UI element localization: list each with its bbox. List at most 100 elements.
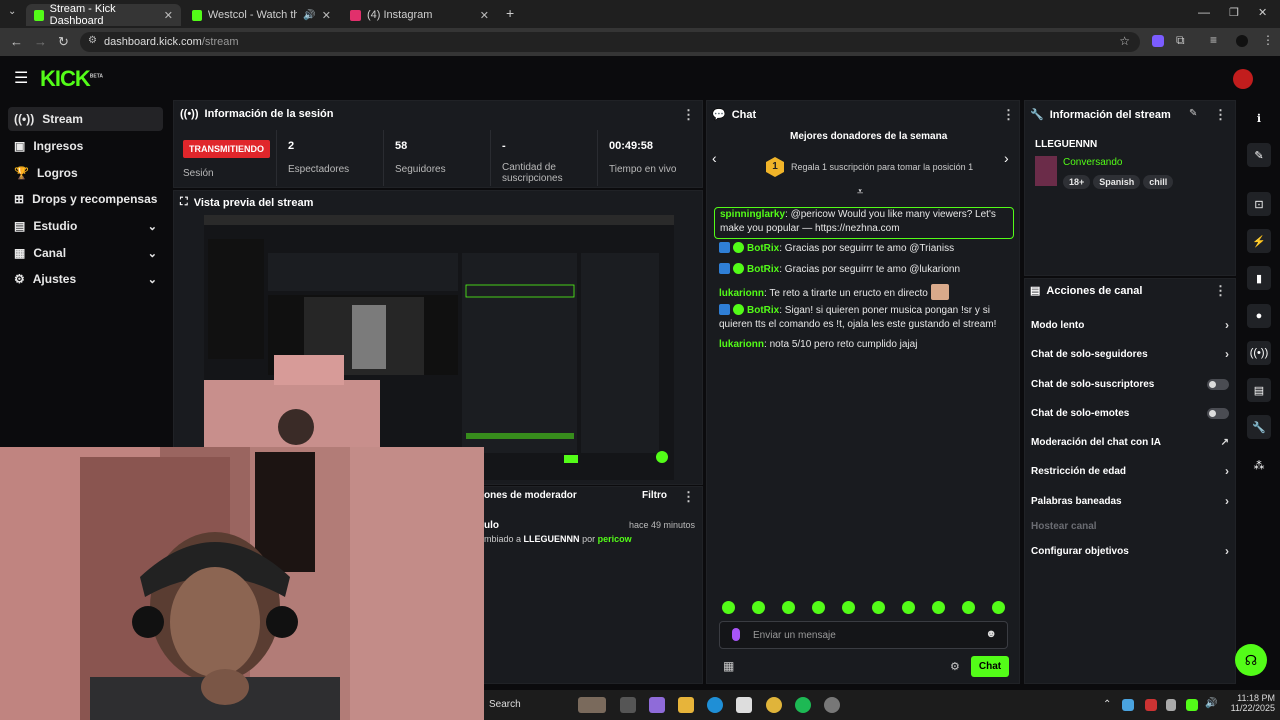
store-icon[interactable]: ▦	[723, 659, 734, 673]
tab-kick-dashboard[interactable]: Stream - Kick Dashboard ✕	[26, 3, 181, 27]
copilot-icon[interactable]	[649, 697, 665, 713]
bookmark-star-icon[interactable]: ☆	[1119, 34, 1130, 48]
forward-icon[interactable]: →	[34, 34, 47, 49]
taskbar-clock[interactable]: 11:18 PM 11/22/2025	[1225, 693, 1275, 713]
collapse-icon[interactable]: ⩡	[857, 186, 863, 199]
chat-settings-icon[interactable]: ⚙	[950, 660, 960, 673]
nodes-icon[interactable]: ⁂	[1247, 453, 1271, 477]
emote-button[interactable]	[722, 601, 735, 614]
chat-input[interactable]: Enviar un mensaje ☻	[719, 621, 1008, 649]
tray-app-icon[interactable]	[1145, 699, 1157, 711]
reload-icon[interactable]: ↻	[58, 34, 69, 50]
modlog-menu-icon[interactable]: ⋮	[682, 489, 695, 505]
layout-icon[interactable]: ▤	[1247, 378, 1271, 402]
chat-username[interactable]: lukarionn	[719, 339, 764, 350]
category-thumbnail[interactable]	[1035, 156, 1057, 186]
tab-westcol[interactable]: Westcol - Watch the VOD o 🔊 ✕	[184, 4, 339, 26]
task-view-icon[interactable]	[620, 697, 636, 713]
edge-icon[interactable]	[707, 697, 723, 713]
url-field[interactable]: ⚙ dashboard.kick.com/stream ☆	[80, 32, 1140, 52]
close-icon[interactable]: ✕	[322, 9, 331, 22]
new-tab-icon[interactable]: +	[506, 5, 514, 21]
chevron-right-icon[interactable]: ›	[1004, 150, 1009, 166]
emote-button[interactable]	[782, 601, 795, 614]
action-modo-lento[interactable]: Modo lento ›	[1031, 317, 1229, 333]
emote-button[interactable]	[842, 601, 855, 614]
store-icon[interactable]	[736, 697, 752, 713]
send-chat-button[interactable]: Chat	[971, 656, 1009, 677]
emote-button[interactable]	[932, 601, 945, 614]
emotes-only-toggle[interactable]	[1207, 407, 1229, 419]
kick-logo[interactable]: KICKBETA	[40, 66, 103, 92]
minimize-icon[interactable]: —	[1198, 5, 1210, 19]
info-icon[interactable]: ℹ	[1247, 106, 1271, 130]
media-icon[interactable]: ≡	[1210, 33, 1217, 47]
sidebar-item-ajustes[interactable]: ⚙ Ajustes ⌄	[8, 267, 163, 291]
close-icon[interactable]: ✕	[480, 9, 489, 22]
stream-preview-video[interactable]	[204, 215, 674, 480]
action-restriccion-edad[interactable]: Restricción de edad ›	[1031, 463, 1229, 479]
volume-icon[interactable]: 🔊	[1205, 698, 1217, 709]
file-explorer-icon[interactable]	[678, 697, 694, 713]
session-menu-icon[interactable]: ⋮	[682, 107, 695, 123]
chat-username[interactable]: BotRix	[747, 243, 779, 254]
microphone-icon[interactable]	[732, 628, 740, 641]
spotify-icon[interactable]	[795, 697, 811, 713]
puzzle-icon[interactable]: ⧉	[1176, 33, 1185, 48]
chat-menu-icon[interactable]: ⋮	[1002, 107, 1015, 123]
extension-icon[interactable]	[1152, 35, 1164, 47]
chat-username[interactable]: BotRix	[747, 264, 779, 275]
emote-button[interactable]	[902, 601, 915, 614]
capture-icon[interactable]: ⊡	[1247, 192, 1271, 216]
chrome-icon[interactable]	[766, 697, 782, 713]
tag-chip[interactable]: chill	[1143, 175, 1174, 189]
tab-search-icon[interactable]: ⌄	[8, 6, 16, 17]
edit-icon[interactable]: ✎	[1247, 143, 1271, 167]
chat-username[interactable]: lukarionn	[719, 288, 764, 299]
lightning-icon[interactable]: ⚡	[1247, 229, 1271, 253]
tag-chip[interactable]: 18+	[1063, 175, 1091, 189]
support-headset-button[interactable]: ☊	[1235, 644, 1267, 676]
tag-chip[interactable]: Spanish	[1093, 175, 1141, 189]
tab-instagram[interactable]: (4) Instagram ✕	[342, 4, 497, 26]
chat-username[interactable]: spinninglarky	[720, 209, 785, 220]
tray-chevron-icon[interactable]: ⌃	[1103, 699, 1111, 710]
window-close-icon[interactable]: ✕	[1258, 6, 1267, 19]
hamburger-menu-icon[interactable]: ☰	[14, 68, 28, 88]
action-configurar-objetivos[interactable]: Configurar objetivos ›	[1031, 543, 1229, 559]
taskbar-search[interactable]: Search	[489, 699, 521, 710]
action-palabras-baneadas[interactable]: Palabras baneadas ›	[1031, 493, 1229, 509]
stream-info-menu-icon[interactable]: ⋮	[1214, 107, 1227, 123]
stream-category[interactable]: Conversando	[1063, 157, 1122, 168]
emote-button[interactable]	[812, 601, 825, 614]
action-moderacion-ia[interactable]: Moderación del chat con IA ↗	[1031, 434, 1229, 450]
site-info-icon[interactable]: ⚙	[88, 35, 97, 46]
browser-menu-icon[interactable]: ⋮	[1262, 33, 1274, 47]
chat-username[interactable]: BotRix	[747, 305, 779, 316]
tray-app-icon[interactable]	[1186, 699, 1198, 711]
sidebar-item-estudio[interactable]: ▤ Estudio ⌄	[8, 214, 163, 238]
speaker-icon[interactable]: 🔊	[303, 10, 315, 21]
sidebar-item-canal[interactable]: ▦ Canal ⌄	[8, 241, 163, 265]
action-solo-seguidores[interactable]: Chat de solo-seguidores ›	[1031, 346, 1229, 362]
emote-button[interactable]	[962, 601, 975, 614]
microphone-tray-icon[interactable]	[1166, 699, 1176, 711]
broadcast-icon[interactable]: ((•))	[1247, 341, 1271, 365]
emoji-icon[interactable]: ☻	[985, 628, 997, 640]
emote-button[interactable]	[752, 601, 765, 614]
tray-app-icon[interactable]	[1122, 699, 1134, 711]
emote-button[interactable]	[992, 601, 1005, 614]
maximize-icon[interactable]: ❐	[1229, 6, 1239, 19]
obs-icon[interactable]	[824, 697, 840, 713]
sidebar-item-drops[interactable]: ⊞ Drops y recompensas	[8, 187, 163, 211]
subscribers-only-toggle[interactable]	[1207, 378, 1229, 390]
chat-icon[interactable]: ●	[1247, 304, 1271, 328]
channel-actions-menu-icon[interactable]: ⋮	[1214, 283, 1227, 299]
emote-button[interactable]	[872, 601, 885, 614]
sidebar-item-stream[interactable]: ((•)) Stream	[8, 107, 163, 131]
sidebar-item-ingresos[interactable]: ▣ Ingresos	[8, 134, 163, 158]
wrench-icon[interactable]: 🔧	[1247, 415, 1271, 439]
search-highlight-icon[interactable]	[578, 697, 606, 713]
user-avatar[interactable]	[1233, 69, 1253, 89]
profile-avatar[interactable]	[1236, 35, 1248, 47]
